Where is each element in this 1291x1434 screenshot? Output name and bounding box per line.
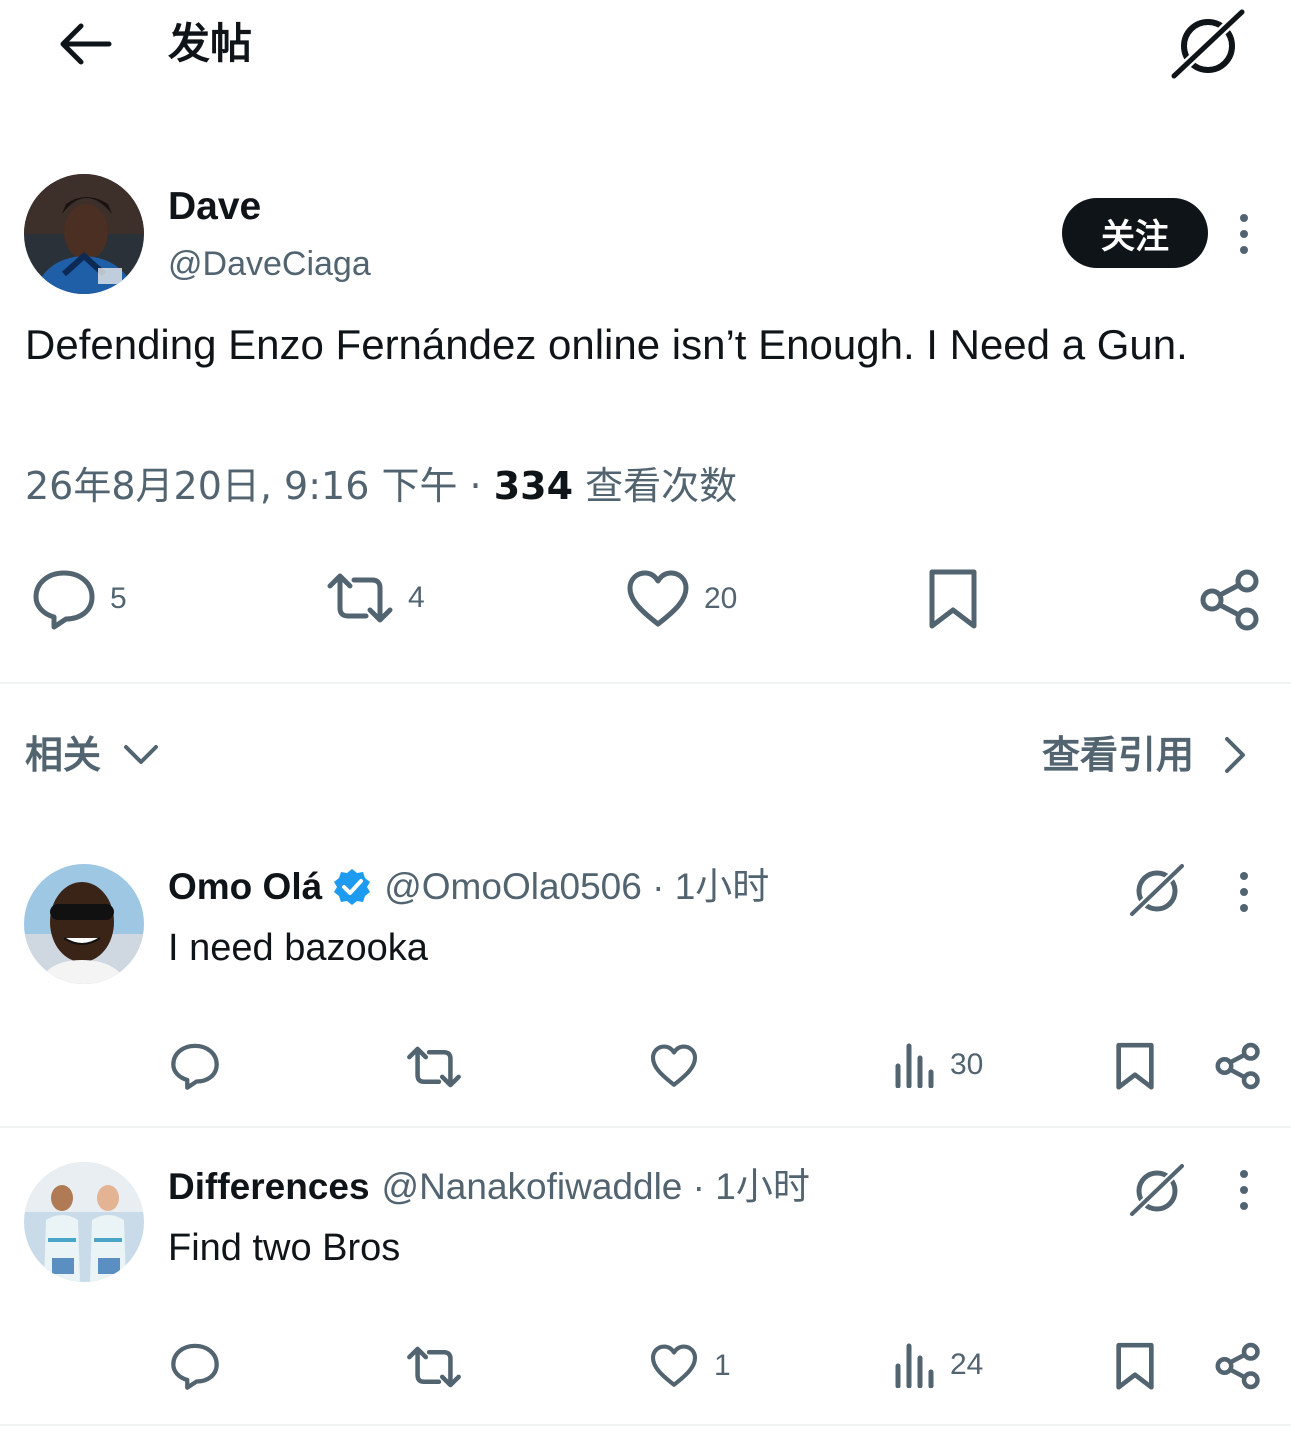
reply-button[interactable]: 5 — [32, 568, 127, 630]
repost-button[interactable]: 4 — [326, 570, 425, 626]
reply-author-handle[interactable]: @Nanakofiwaddle · 1小时 — [382, 1162, 810, 1212]
divider — [0, 1126, 1291, 1128]
heart-icon — [627, 570, 689, 627]
reply-more-button[interactable] — [1232, 872, 1256, 912]
reply-text: Find two Bros — [168, 1227, 401, 1269]
reply-author-handle[interactable]: @OmoOla0506 · 1小时 — [384, 862, 769, 912]
top-bar: 发帖 — [0, 0, 1291, 110]
page-title: 发帖 — [168, 19, 253, 68]
share-icon — [1215, 1342, 1260, 1390]
reply-header: Differences @Nanakofiwaddle · 1小时 — [168, 1162, 810, 1212]
like-count: 20 — [704, 582, 738, 615]
reply-author-name[interactable]: Differences — [168, 1162, 370, 1212]
verified-badge-icon — [332, 867, 372, 907]
bookmark-icon — [1116, 1342, 1154, 1390]
bookmark-icon — [929, 569, 977, 629]
reply-more-button[interactable] — [1232, 1170, 1256, 1210]
chevron-down-icon — [124, 745, 159, 764]
reply-icon — [171, 1043, 219, 1090]
grok-button[interactable] — [1128, 1162, 1188, 1223]
like-button[interactable]: 1 — [650, 1344, 731, 1388]
views-count: 24 — [950, 1348, 984, 1381]
related-dropdown[interactable]: 相关 — [25, 726, 159, 784]
reply-button[interactable] — [170, 1042, 220, 1090]
views-count: 30 — [950, 1048, 984, 1081]
views-count[interactable]: 334 — [494, 464, 573, 508]
grok-icon — [1129, 863, 1185, 917]
post-meta: 26年8月20日, 9:16 下午 · 334 查看次数 — [25, 460, 737, 512]
repost-count: 4 — [408, 581, 425, 614]
views-chart-icon — [895, 1043, 934, 1088]
reply-avatar[interactable] — [24, 864, 144, 984]
author-avatar[interactable] — [24, 174, 144, 294]
share-button[interactable] — [1198, 568, 1262, 632]
post-text: Defending Enzo Fernández online isn’t En… — [25, 321, 1188, 368]
more-vertical-icon — [1240, 872, 1248, 880]
avatar-image — [24, 174, 144, 294]
bookmark-button[interactable] — [926, 568, 980, 632]
back-button[interactable] — [50, 14, 120, 74]
more-vertical-icon — [1240, 214, 1248, 222]
chevron-right-icon — [1225, 737, 1246, 773]
follow-button[interactable]: 关注 — [1062, 198, 1208, 268]
reply-count: 5 — [110, 582, 127, 615]
avatar-image — [24, 1162, 144, 1282]
arrow-left-icon — [60, 23, 112, 65]
divider — [0, 682, 1291, 684]
more-options-button[interactable] — [1232, 214, 1256, 254]
reply-icon — [171, 1343, 219, 1390]
avatar-image — [24, 864, 144, 984]
author-handle[interactable]: @DaveCiaga — [168, 240, 371, 288]
view-quotes-label: 查看引用 — [1042, 733, 1195, 777]
share-button[interactable] — [1214, 1342, 1262, 1390]
share-button[interactable] — [1214, 1042, 1262, 1090]
views-button[interactable]: 24 — [894, 1342, 983, 1388]
bookmark-button[interactable] — [1114, 1042, 1156, 1092]
views-button[interactable]: 30 — [894, 1042, 983, 1088]
repost-icon — [407, 1046, 461, 1088]
repost-icon — [327, 573, 393, 623]
share-icon — [1215, 1042, 1260, 1090]
bookmark-button[interactable] — [1114, 1342, 1156, 1392]
related-label: 相关 — [25, 733, 102, 777]
reply-author-name[interactable]: Omo Olá — [168, 862, 322, 912]
reply-button[interactable] — [170, 1342, 220, 1390]
share-icon — [1200, 569, 1259, 631]
repost-button[interactable] — [406, 1044, 462, 1090]
heart-icon — [650, 1344, 698, 1387]
view-quotes-link[interactable]: 查看引用 — [1042, 726, 1246, 784]
views-chart-icon — [895, 1343, 934, 1388]
grok-icon — [1129, 1163, 1185, 1217]
grok-icon — [1170, 8, 1246, 80]
like-button[interactable]: 20 — [626, 570, 737, 628]
reply-text: I need bazooka — [168, 927, 428, 969]
reply-header: Omo Olá @OmoOla0506 · 1小时 — [168, 862, 769, 912]
post-date: 26年8月20日, 9:16 下午 · — [25, 464, 494, 508]
heart-icon — [650, 1044, 698, 1087]
repost-icon — [407, 1346, 461, 1388]
grok-button[interactable] — [1168, 6, 1250, 80]
more-vertical-icon — [1240, 1170, 1248, 1178]
divider — [0, 1424, 1291, 1426]
bookmark-icon — [1116, 1042, 1154, 1090]
author-name[interactable]: Dave — [168, 180, 261, 234]
grok-button[interactable] — [1128, 862, 1188, 923]
views-label: 查看次数 — [573, 464, 738, 508]
reply-avatar[interactable] — [24, 1162, 144, 1282]
repost-button[interactable] — [406, 1344, 462, 1390]
reply-icon — [33, 570, 95, 630]
like-button[interactable] — [650, 1044, 698, 1088]
like-count: 1 — [714, 1349, 731, 1382]
